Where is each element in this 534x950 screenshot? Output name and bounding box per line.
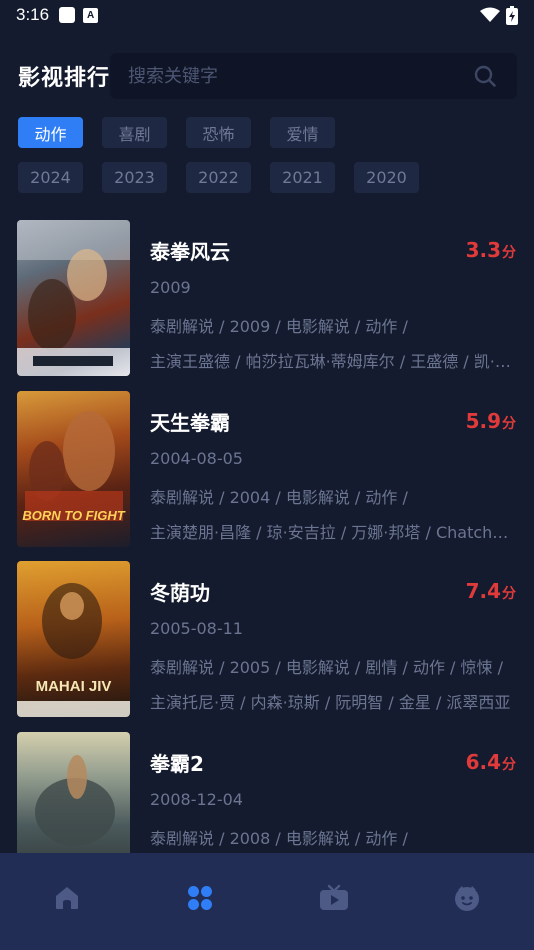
battery-icon <box>506 5 518 25</box>
movie-poster[interactable]: BORN TO FIGHT <box>17 391 130 547</box>
nav-home[interactable] <box>37 868 97 928</box>
genre-chip-comedy[interactable]: 喜剧 <box>102 117 167 148</box>
search-box[interactable] <box>110 53 517 99</box>
rating-unit: 分 <box>502 416 516 432</box>
search-icon[interactable] <box>463 54 507 98</box>
year-chip-2020[interactable]: 2020 <box>354 162 419 193</box>
rating-unit: 分 <box>502 245 516 261</box>
movie-title: 泰拳风云 <box>150 240 230 264</box>
bottom-nav <box>0 853 534 950</box>
year-filter: 2024 2023 2022 2021 2020 <box>18 162 419 193</box>
rating-value: 5.9 <box>465 409 501 433</box>
rating-unit: 分 <box>502 586 516 602</box>
profile-face-icon[interactable] <box>453 884 481 912</box>
movie-cast: 主演托尼·贾 / 内森·琼斯 / 阮明智 / 金星 / 派翠西亚 <box>150 693 511 712</box>
wifi-icon <box>480 7 500 22</box>
year-chip-2021[interactable]: 2021 <box>270 162 335 193</box>
rating-value: 7.4 <box>465 579 501 603</box>
search-input[interactable] <box>110 65 463 87</box>
movie-tags: 泰剧解说 / 2008 / 电影解说 / 动作 / <box>150 829 408 848</box>
notification-app-icon: A <box>83 7 99 23</box>
status-time: 3:16 <box>16 5 50 24</box>
poster-caption: BORN TO FIGHT <box>22 508 125 523</box>
header: 影视排行 <box>0 52 534 100</box>
rating-value: 3.3 <box>465 238 501 262</box>
rating-value: 6.4 <box>465 750 501 774</box>
movie-cast: 主演楚朋·昌隆 / 琼·安吉拉 / 万娜·邦塔 / Chatchai Pleng… <box>150 523 518 542</box>
movie-tags: 泰剧解说 / 2004 / 电影解说 / 动作 / <box>150 488 408 507</box>
page-title: 影视排行 <box>18 66 111 91</box>
genre-chip-horror[interactable]: 恐怖 <box>186 117 251 148</box>
movie-rating: 5.9分 <box>466 409 516 433</box>
movie-date: 2008-12-04 <box>150 790 243 809</box>
movie-poster[interactable]: MAHAI JIV <box>17 561 130 717</box>
genre-chip-romance[interactable]: 爱情 <box>270 117 335 148</box>
movie-rating: 7.4分 <box>466 579 516 603</box>
movie-cast: 主演王盛德 / 帕莎拉瓦琳·蒂姆库尔 / 王盛德 / 凯·瓦拉瓦特 <box>150 352 518 371</box>
movie-date: 2005-08-11 <box>150 619 243 638</box>
notification-square-icon <box>59 7 76 23</box>
nav-tv[interactable] <box>304 868 364 928</box>
tv-icon[interactable] <box>319 884 349 912</box>
movie-item[interactable]: BORN TO FIGHT 天生拳霸 5.9分 2004-08-05 泰剧解说 … <box>0 391 534 551</box>
movie-poster[interactable] <box>17 220 130 376</box>
rating-unit: 分 <box>502 757 516 773</box>
year-chip-2022[interactable]: 2022 <box>186 162 251 193</box>
movie-title: 拳霸2 <box>150 752 204 776</box>
home-icon[interactable] <box>53 884 81 912</box>
year-chip-2023[interactable]: 2023 <box>102 162 167 193</box>
movie-date: 2009 <box>150 278 191 297</box>
movie-rating: 6.4分 <box>466 750 516 774</box>
genre-filter: 动作 喜剧 恐怖 爱情 <box>18 117 335 148</box>
genre-chip-action[interactable]: 动作 <box>18 117 83 148</box>
movie-item[interactable]: 泰拳风云 3.3分 2009 泰剧解说 / 2009 / 电影解说 / 动作 /… <box>0 220 534 380</box>
year-chip-2024[interactable]: 2024 <box>18 162 83 193</box>
movie-tags: 泰剧解说 / 2005 / 电影解说 / 剧情 / 动作 / 惊悚 / <box>150 658 504 677</box>
movie-title: 冬荫功 <box>150 581 210 605</box>
movie-tags: 泰剧解说 / 2009 / 电影解说 / 动作 / <box>150 317 408 336</box>
status-bar: 3:16 A <box>0 0 534 30</box>
nav-profile[interactable] <box>437 868 497 928</box>
category-icon[interactable] <box>186 884 214 912</box>
movie-title: 天生拳霸 <box>150 411 230 435</box>
movie-rating: 3.3分 <box>466 238 516 262</box>
movie-date: 2004-08-05 <box>150 449 243 468</box>
nav-category[interactable] <box>170 868 230 928</box>
movie-item[interactable]: MAHAI JIV 冬荫功 7.4分 2005-08-11 泰剧解说 / 200… <box>0 561 534 721</box>
poster-caption: MAHAI JIV <box>35 678 112 695</box>
